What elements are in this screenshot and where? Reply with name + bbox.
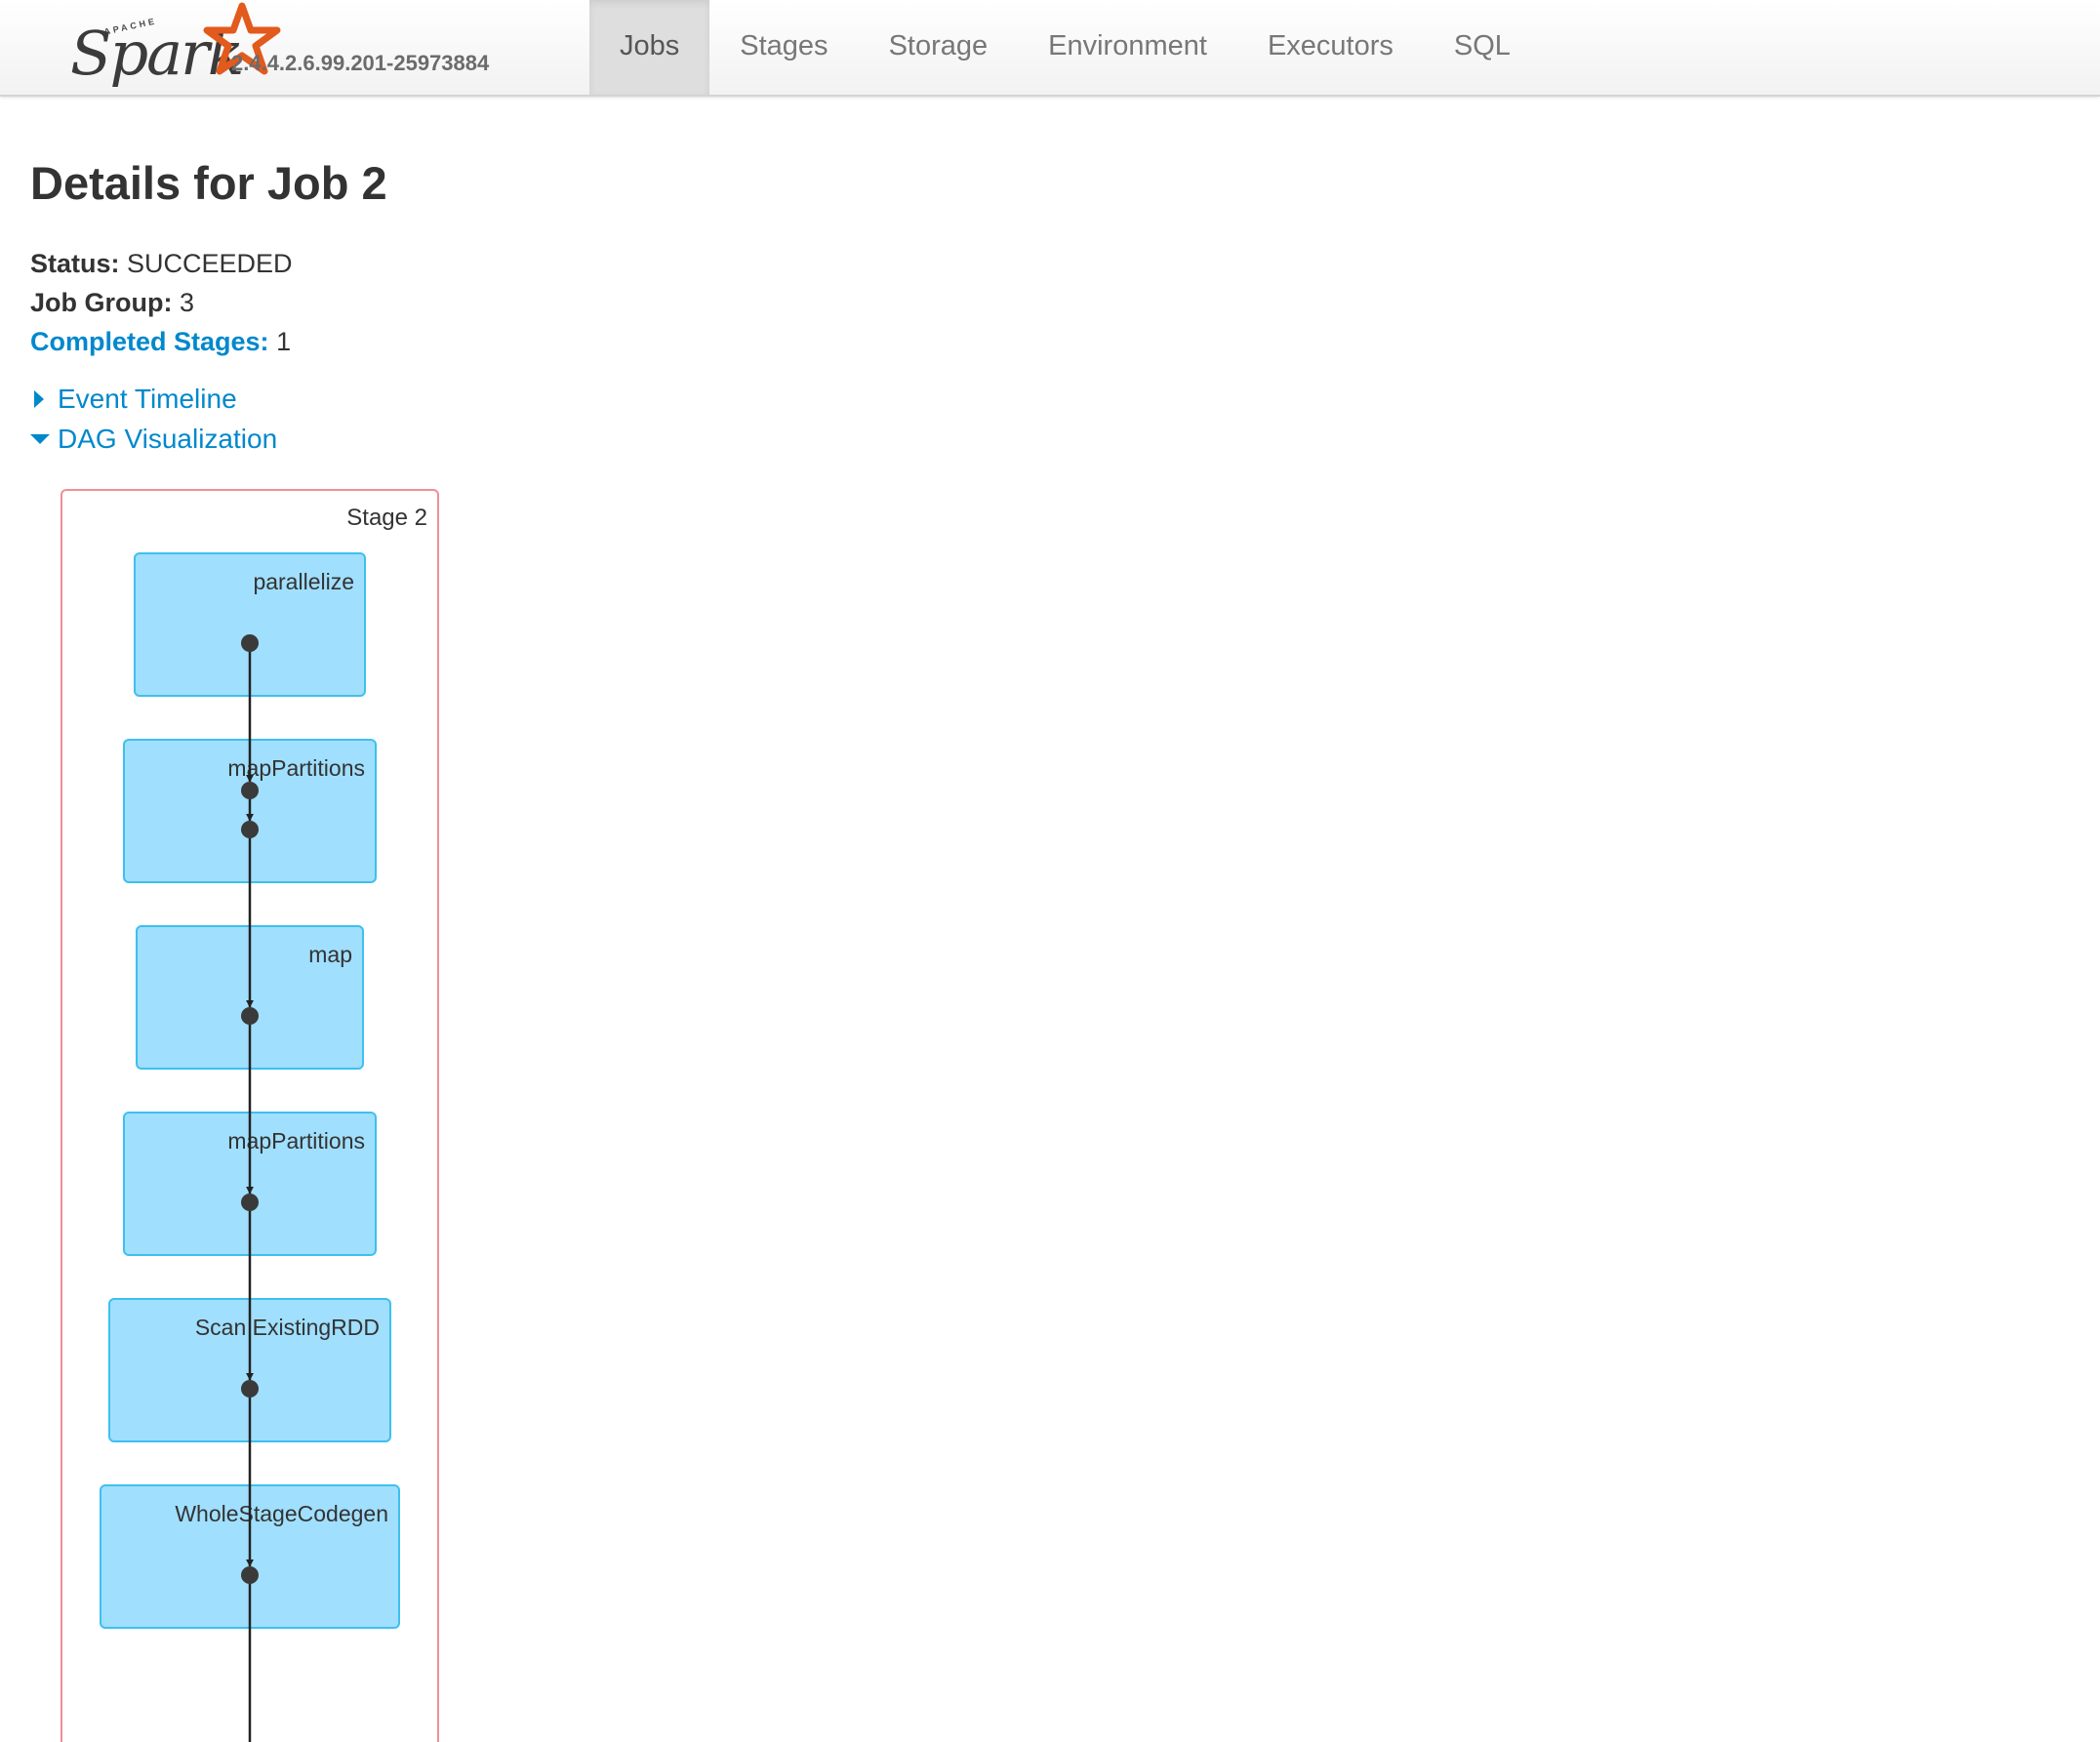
dag-visualization: Stage 2 parallelize mapPartitions map mapPa…: [61, 489, 439, 1742]
dag-node-label: WholeStageCodegen: [175, 1501, 388, 1526]
rdd-dot[interactable]: [241, 1007, 259, 1025]
rdd-dot[interactable]: [241, 1566, 259, 1584]
dag-node-label: mapPartitions: [227, 755, 365, 781]
dag-node-label: parallelize: [253, 569, 354, 594]
rdd-dot[interactable]: [241, 1380, 259, 1398]
rdd-dot[interactable]: [241, 634, 259, 652]
dag-node-label: mapPartitions: [227, 1128, 365, 1154]
rdd-dot[interactable]: [241, 821, 259, 838]
stage-label: Stage 2: [346, 505, 427, 531]
dag-node-label: map: [308, 942, 352, 967]
rdd-dot[interactable]: [241, 782, 259, 799]
dag-node-label: Scan ExistingRDD: [195, 1315, 380, 1340]
rdd-dot[interactable]: [241, 1194, 259, 1211]
